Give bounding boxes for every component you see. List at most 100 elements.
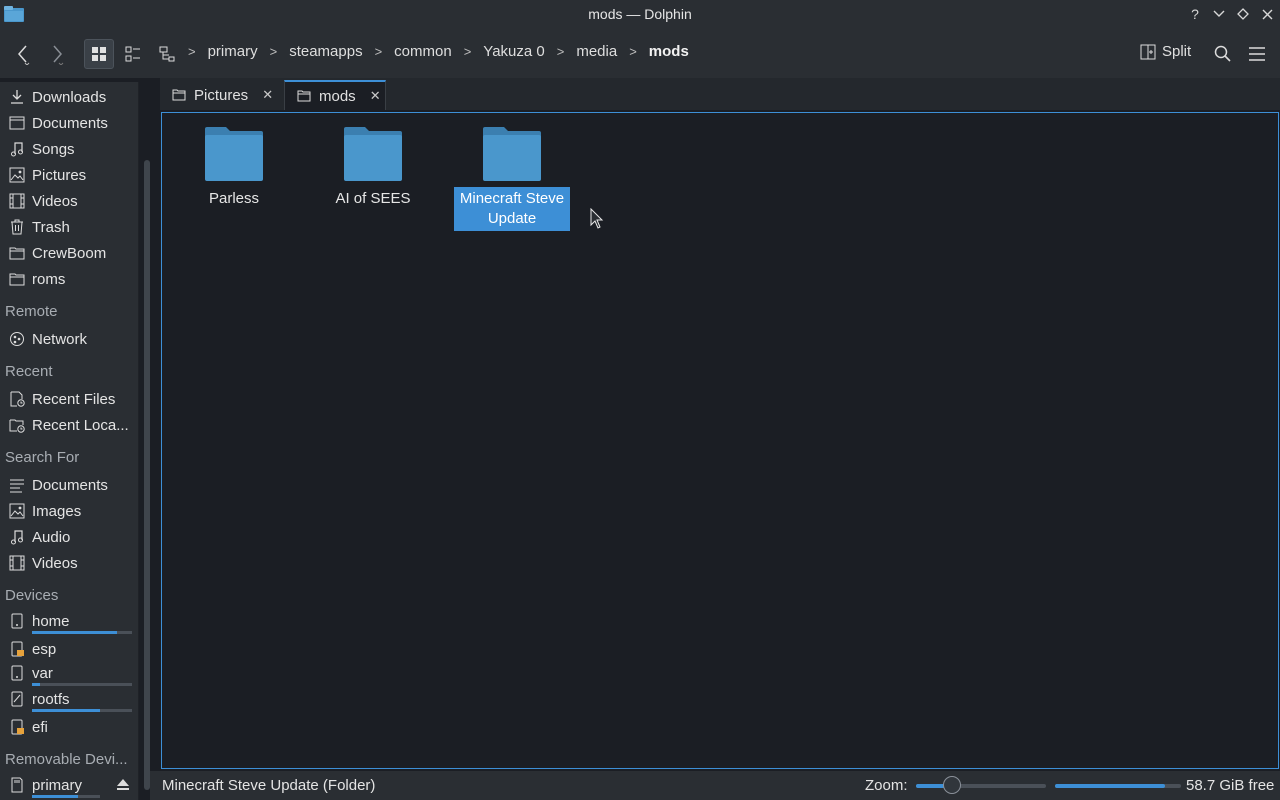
sidebar-divider[interactable] bbox=[138, 82, 139, 800]
location-mode-button[interactable] bbox=[152, 39, 182, 69]
sidebar-item-label: primary bbox=[32, 776, 83, 794]
zoom-label: Zoom: bbox=[865, 777, 908, 794]
close-tab-icon[interactable]: ✕ bbox=[370, 88, 381, 104]
sidebar-heading-search-for[interactable]: Search For bbox=[5, 449, 79, 466]
chevron-right-icon: > bbox=[188, 44, 196, 59]
split-label: Split bbox=[1162, 43, 1192, 60]
sidebar-item-label: Trash bbox=[32, 218, 70, 236]
tab-bar: Pictures ✕ mods ✕ bbox=[160, 78, 1280, 110]
document-icon bbox=[8, 114, 26, 132]
music-icon bbox=[8, 528, 26, 546]
breadcrumb-primary[interactable]: primary bbox=[208, 43, 258, 60]
drive-icon bbox=[8, 664, 26, 682]
sidebar-item-label: rootfs bbox=[32, 690, 70, 708]
tab-pictures[interactable]: Pictures ✕ bbox=[160, 80, 282, 110]
close-icon[interactable] bbox=[1260, 4, 1274, 24]
sidebar-item-label: esp bbox=[32, 640, 57, 658]
menu-button[interactable] bbox=[1242, 39, 1272, 69]
drive-locked-icon bbox=[8, 690, 26, 708]
arrow-right-icon bbox=[53, 45, 64, 65]
usage-fill bbox=[32, 631, 117, 634]
sidebar-item-roms[interactable]: roms bbox=[0, 266, 138, 292]
breadcrumb-steamapps[interactable]: steamapps bbox=[289, 43, 362, 60]
sidebar-item-label: Songs bbox=[32, 140, 75, 158]
rootfs-usage-bar bbox=[32, 709, 132, 712]
chevron-right-icon: > bbox=[556, 44, 565, 59]
sidebar-item-efi[interactable]: efi bbox=[0, 714, 138, 740]
trash-icon bbox=[8, 218, 26, 236]
icons-view-button[interactable] bbox=[84, 39, 114, 69]
folder-icon bbox=[8, 270, 26, 288]
sidebar-item-documents[interactable]: Documents bbox=[0, 110, 138, 136]
help-icon[interactable]: ? bbox=[1188, 4, 1202, 24]
free-space-text: 58.7 GiB free bbox=[1186, 777, 1275, 794]
free-space-bar bbox=[1055, 784, 1181, 788]
sidebar-item-pictures[interactable]: Pictures bbox=[0, 162, 138, 188]
folder-icon bbox=[172, 89, 186, 101]
sidebar-item-search-videos[interactable]: Videos bbox=[0, 550, 138, 576]
sidebar-item-downloads[interactable]: Downloads bbox=[0, 84, 138, 110]
breadcrumb-yakuza-0[interactable]: Yakuza 0 bbox=[483, 43, 544, 60]
sidebar-item-label: Images bbox=[32, 502, 82, 520]
recent-locations-icon bbox=[8, 416, 26, 434]
sidebar-item-crewboom[interactable]: CrewBoom bbox=[0, 240, 138, 266]
search-button[interactable] bbox=[1208, 39, 1238, 69]
chevron-right-icon: > bbox=[374, 44, 383, 59]
close-tab-icon[interactable]: ✕ bbox=[262, 87, 273, 103]
folder-icon bbox=[343, 127, 403, 181]
sidebar-item-recent-files[interactable]: Recent Files bbox=[0, 386, 138, 412]
sidebar-heading-devices[interactable]: Devices bbox=[5, 587, 58, 604]
sidebar-item-label: efi bbox=[32, 718, 48, 736]
places-panel: Downloads Documents Songs Pictures Video… bbox=[0, 82, 138, 800]
usage-fill bbox=[32, 795, 79, 798]
back-button[interactable] bbox=[8, 39, 38, 69]
chevron-right-icon: > bbox=[629, 44, 637, 59]
document-list-icon bbox=[8, 476, 26, 494]
image-icon bbox=[8, 166, 26, 184]
status-text: Minecraft Steve Update (Folder) bbox=[162, 777, 376, 794]
sidebar-item-label: Recent Loca... bbox=[32, 416, 129, 434]
sidebar-item-videos[interactable]: Videos bbox=[0, 188, 138, 214]
split-button[interactable]: Split bbox=[1140, 43, 1191, 60]
folder-icon bbox=[204, 127, 264, 181]
breadcrumb-common[interactable]: common bbox=[394, 43, 452, 60]
tab-mods[interactable]: mods ✕ bbox=[284, 80, 386, 110]
usage-fill bbox=[32, 709, 100, 712]
folder-icon bbox=[8, 244, 26, 262]
file-view[interactable]: Parless AI of SEES Minecraft Steve Updat… bbox=[161, 112, 1279, 769]
sidebar-item-esp[interactable]: esp bbox=[0, 636, 138, 662]
sidebar-item-network[interactable]: Network bbox=[0, 326, 138, 352]
sidebar-heading-recent[interactable]: Recent bbox=[5, 363, 53, 380]
breadcrumb-mods[interactable]: mods bbox=[649, 43, 689, 60]
minimize-icon[interactable] bbox=[1212, 4, 1226, 24]
sidebar-heading-remote[interactable]: Remote bbox=[5, 303, 58, 320]
eject-icon[interactable] bbox=[116, 777, 130, 794]
sidebar-heading-removable[interactable]: Removable Devi... bbox=[5, 751, 128, 768]
keep-above-icon[interactable] bbox=[1236, 4, 1250, 24]
sidebar-item-songs[interactable]: Songs bbox=[0, 136, 138, 162]
mouse-cursor-icon bbox=[590, 208, 604, 229]
forward-button[interactable] bbox=[42, 39, 72, 69]
file-name: Minecraft Steve Update bbox=[454, 187, 570, 231]
sidebar-item-trash[interactable]: Trash bbox=[0, 214, 138, 240]
folder-item-parless[interactable]: Parless bbox=[176, 127, 292, 209]
folder-icon bbox=[482, 127, 542, 181]
sidebar-item-label: Downloads bbox=[32, 88, 107, 106]
breadcrumb-media[interactable]: media bbox=[576, 43, 617, 60]
arrow-left-icon bbox=[18, 45, 30, 65]
music-icon bbox=[8, 140, 26, 158]
details-view-button[interactable] bbox=[118, 39, 148, 69]
sidebar-item-search-images[interactable]: Images bbox=[0, 498, 138, 524]
sidebar-item-search-audio[interactable]: Audio bbox=[0, 524, 138, 550]
zoom-slider-handle[interactable] bbox=[943, 776, 962, 794]
sidebar-item-label: Pictures bbox=[32, 166, 87, 184]
sidebar-item-search-documents[interactable]: Documents bbox=[0, 472, 138, 498]
folder-item-minecraft-steve-update[interactable]: Minecraft Steve Update bbox=[454, 127, 570, 231]
sidebar-item-recent-locations[interactable]: Recent Loca... bbox=[0, 412, 138, 438]
tab-label: mods bbox=[319, 87, 356, 105]
folder-item-ai-of-sees[interactable]: AI of SEES bbox=[315, 127, 431, 209]
sidebar-scrollbar[interactable] bbox=[144, 160, 150, 790]
sidebar-item-label: Network bbox=[32, 330, 88, 348]
hamburger-menu-icon bbox=[1249, 47, 1265, 61]
breadcrumb: > primary > steamapps > common > Yakuza … bbox=[188, 43, 689, 60]
